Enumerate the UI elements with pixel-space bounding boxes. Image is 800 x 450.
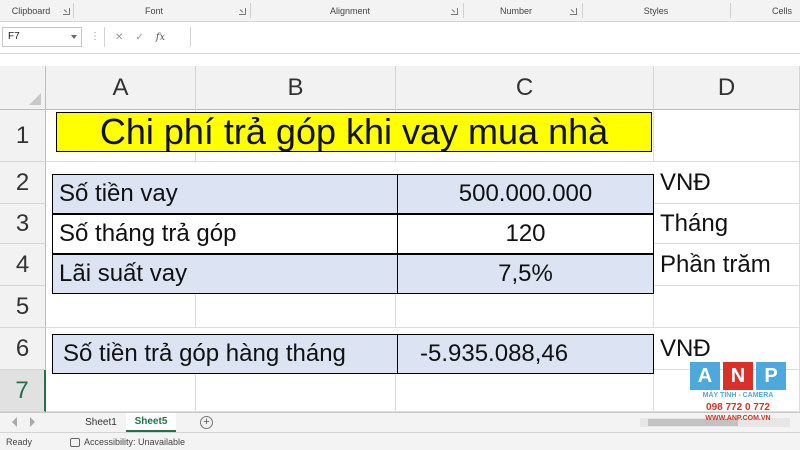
more-options-icon[interactable]: ⋮ <box>90 31 100 42</box>
monthly-payment-label: Số tiền trả góp hàng tháng <box>63 340 346 367</box>
select-all-button[interactable] <box>0 66 46 110</box>
tab-sheet5[interactable]: Sheet5 <box>126 413 176 432</box>
cell-c6[interactable]: -5.935.088,46 <box>397 334 654 374</box>
monthly-payment-unit: VNĐ <box>660 334 711 362</box>
ribbon-group-label: Number <box>499 5 532 16</box>
logo-letter-n: N <box>723 362 753 390</box>
insert-function-icon[interactable]: fx <box>156 32 165 43</box>
tab-label: Sheet5 <box>134 416 168 427</box>
accessibility-icon <box>70 437 80 447</box>
sheet-tab-bar: Sheet1 Sheet5 + <box>0 412 800 432</box>
column-header-d[interactable]: D <box>654 66 800 110</box>
logo-website: WWW.ANP.COM.VN <box>705 415 771 422</box>
row-header-1[interactable]: 1 <box>0 110 46 162</box>
ribbon-group-clipboard[interactable]: Clipboard <box>0 0 62 21</box>
worksheet-grid[interactable]: A B C D 1 2 3 4 5 6 7 Số tiền vay 500.00… <box>0 66 800 412</box>
add-sheet-icon[interactable]: + <box>200 416 213 429</box>
ribbon-group-label: Styles <box>643 5 669 16</box>
interest-rate-unit: Phần trăm <box>660 250 771 278</box>
status-bar: Ready Accessibility: Unavailable <box>0 432 800 450</box>
interest-rate-value: 7,5% <box>498 260 553 287</box>
cell-a7[interactable] <box>46 374 196 412</box>
loan-amount-unit: VNĐ <box>660 168 711 196</box>
interest-rate-label: Lãi suất vay <box>59 260 188 287</box>
row-header-3[interactable]: 3 <box>0 204 46 244</box>
loan-amount-value: 500.000.000 <box>458 180 593 207</box>
cell-b7[interactable] <box>196 374 396 412</box>
cell-d5[interactable] <box>654 286 800 328</box>
cell-a5[interactable] <box>46 294 196 328</box>
monthly-payment-value: -5.935.088,46 <box>420 340 569 367</box>
number-launcher-icon[interactable] <box>570 8 577 15</box>
ribbon-group-cells[interactable]: Cells <box>731 0 800 21</box>
title-cell-a1c1[interactable]: Chi phí trả góp khi vay mua nhà <box>56 111 652 152</box>
enter-icon[interactable]: ✓ <box>135 32 143 43</box>
months-unit: Tháng <box>660 209 729 237</box>
scroll-tabs-right-icon[interactable] <box>30 417 35 427</box>
font-launcher-icon[interactable] <box>239 8 246 15</box>
cell-ab6[interactable]: Số tiền trả góp hàng tháng <box>52 334 398 374</box>
tab-sheet1[interactable]: Sheet1 <box>78 413 124 432</box>
row-header-5[interactable]: 5 <box>0 286 46 328</box>
scroll-tabs-left-icon[interactable] <box>12 417 17 427</box>
logo-phone: 098 772 0 772 <box>706 402 770 413</box>
cell-c2[interactable]: 500.000.000 <box>397 174 654 214</box>
row-header-6[interactable]: 6 <box>0 328 46 370</box>
column-header-b[interactable]: B <box>196 66 396 110</box>
ribbon-group-label: Cells <box>771 5 792 16</box>
name-box-value: F7 <box>8 31 20 42</box>
cell-c7[interactable] <box>396 374 654 412</box>
cell-ab3[interactable]: Số tháng trả góp <box>52 214 398 254</box>
logo-tagline: MÁY TÍNH - CAMERA <box>702 392 774 399</box>
anp-logo: A N P MÁY TÍNH - CAMERA 098 772 0 772 WW… <box>690 362 786 436</box>
cell-d1[interactable] <box>654 110 800 162</box>
cancel-icon[interactable]: ✕ <box>115 32 123 43</box>
name-box[interactable]: F7 <box>2 27 82 47</box>
cell-d4[interactable]: Phần trăm <box>654 244 800 286</box>
row-header-4[interactable]: 4 <box>0 244 46 286</box>
cell-c4[interactable]: 7,5% <box>397 254 654 294</box>
loan-amount-label: Số tiền vay <box>59 180 178 207</box>
chevron-down-icon[interactable] <box>71 35 77 39</box>
clipboard-launcher-icon[interactable] <box>63 8 70 15</box>
formula-controls: ✕ ✓ fx <box>104 27 188 47</box>
ribbon-group-label: Clipboard <box>11 5 51 16</box>
ribbon-group-alignment[interactable]: Alignment <box>251 0 449 21</box>
row-header-7[interactable]: 7 <box>0 370 46 412</box>
accessibility-label: Accessibility: Unavailable <box>84 437 186 447</box>
ribbon-group-styles[interactable]: Styles <box>583 0 729 21</box>
cell-d3[interactable]: Tháng <box>654 204 800 244</box>
ribbon-group-number[interactable]: Number <box>464 0 568 21</box>
months-value: 120 <box>505 220 546 247</box>
accessibility-status[interactable]: Accessibility: Unavailable <box>70 437 185 447</box>
logo-letter-a: A <box>690 362 720 390</box>
formula-bar: F7 ⋮ ✕ ✓ fx <box>0 22 800 54</box>
ribbon-group-labels: Clipboard Font Alignment Number Styles C… <box>0 0 800 22</box>
tab-label: Sheet1 <box>85 417 117 428</box>
formula-input[interactable] <box>190 27 800 47</box>
row-header-2[interactable]: 2 <box>0 162 46 204</box>
ribbon-group-font[interactable]: Font <box>74 0 234 21</box>
logo-letter-p: P <box>756 362 786 390</box>
ribbon-group-label: Alignment <box>329 5 371 16</box>
status-ready: Ready <box>6 437 33 447</box>
cell-c5[interactable] <box>396 294 654 328</box>
alignment-launcher-icon[interactable] <box>451 8 458 15</box>
sheet-title: Chi phí trả góp khi vay mua nhà <box>99 111 609 152</box>
cell-d2[interactable]: VNĐ <box>654 162 800 204</box>
months-label: Số tháng trả góp <box>59 220 237 247</box>
column-header-c[interactable]: C <box>396 66 654 110</box>
cell-ab4[interactable]: Lãi suất vay <box>52 254 398 294</box>
cell-c3[interactable]: 120 <box>397 214 654 254</box>
ribbon-group-label: Font <box>144 5 163 16</box>
column-header-a[interactable]: A <box>46 66 196 110</box>
cell-ab2[interactable]: Số tiền vay <box>52 174 398 214</box>
cell-b5[interactable] <box>196 294 396 328</box>
